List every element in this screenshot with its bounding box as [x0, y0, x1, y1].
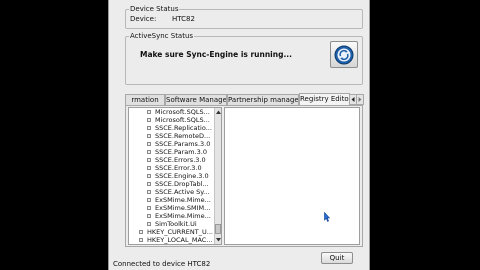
registry-key-icon [147, 198, 151, 202]
activesync-status-group: ActiveSync Status Make sure Sync-Engine … [125, 32, 363, 85]
device-status-group: Device Status Device: HTC82 [125, 5, 363, 29]
registry-tree-item-label: SSCE.Params.3.0 [155, 140, 211, 148]
registry-tree-item[interactable]: ExSMime.Mime... [129, 196, 213, 204]
registry-tree-item[interactable]: SSCE.DropTabl... [129, 180, 213, 188]
registry-tree[interactable]: Microsoft.SQLS... Microsoft.SQLS... SSCE.R… [128, 107, 222, 245]
registry-tree-item-label: SSCE.Errors.3.0 [155, 156, 206, 164]
registry-tree-item-label: SSCE.RemoteD... [155, 132, 211, 140]
registry-key-icon [147, 174, 151, 178]
registry-tree-item[interactable]: SSCE.Error.3.0 [129, 164, 213, 172]
tab-registry-editor[interactable]: Registry Editor [299, 93, 350, 105]
registry-tree-item[interactable]: SSCE.Replicatio... [129, 124, 213, 132]
registry-tree-item-label: SSCE.DropTabl... [155, 180, 209, 188]
registry-tree-item[interactable]: Microsoft.SQLS... [129, 116, 213, 124]
registry-tree-item-label: SSCE.Engine.3.0 [155, 172, 209, 180]
arrow-right-icon [358, 97, 362, 102]
scroll-thumb[interactable] [215, 224, 221, 234]
registry-key-icon [147, 166, 151, 170]
registry-tree-item[interactable]: ExSMime.Mime... [129, 212, 213, 220]
registry-tree-item[interactable]: SSCE.Params.3.0 [129, 140, 213, 148]
registry-tree-item-label: SSCE.Replicatio... [155, 124, 212, 132]
quit-button[interactable]: Quit [321, 252, 353, 264]
registry-root-label: HKEY_CURRENT_U... [147, 228, 213, 236]
registry-key-icon [147, 190, 151, 194]
registry-tree-item[interactable]: SSCE.Errors.3.0 [129, 156, 213, 164]
registry-key-icon [147, 126, 151, 130]
registry-values-pane[interactable] [224, 107, 360, 245]
registry-key-icon [147, 150, 151, 154]
tab-information[interactable]: rmation [125, 94, 165, 105]
registry-key-icon [147, 118, 151, 122]
tab-bar: rmation Software Manager Partnership man… [125, 93, 364, 105]
device-label: Device: [130, 15, 157, 23]
registry-tree-item[interactable]: SSCE.RemoteD... [129, 132, 213, 140]
registry-key-icon [147, 214, 151, 218]
registry-tree-item-label: SSCE.Error.3.0 [155, 164, 202, 172]
synce-window: Device Status Device: HTC82 ActiveSync S… [108, 0, 370, 270]
registry-tree-item[interactable]: ExSMime.SMIM... [129, 204, 213, 212]
expand-icon[interactable] [139, 230, 143, 234]
device-value: HTC82 [172, 15, 195, 23]
registry-key-icon [147, 158, 151, 162]
scroll-up-icon [215, 110, 221, 114]
registry-tree-item-label: ExSMime.Mime... [155, 196, 211, 204]
expand-icon[interactable] [139, 238, 143, 242]
registry-tree-item-label: Microsoft.SQLS... [155, 108, 210, 116]
registry-tree-item-label: SSCE.Active Sy... [155, 188, 210, 196]
registry-key-icon [147, 134, 151, 138]
registry-key-icon [147, 142, 151, 146]
tree-vertical-scrollbar[interactable] [214, 108, 221, 244]
status-bar: Connected to device HTC82 [113, 260, 211, 268]
scroll-down-button[interactable] [215, 236, 221, 243]
registry-key-icon [147, 222, 151, 226]
registry-editor-panel: Microsoft.SQLS... Microsoft.SQLS... SSCE.R… [125, 105, 363, 247]
mouse-cursor-icon [324, 212, 330, 222]
registry-tree-item-label: Microsoft.SQLS... [155, 116, 210, 124]
registry-tree-item[interactable]: SimToolkit.Ui [129, 220, 213, 228]
registry-key-icon [147, 182, 151, 186]
registry-key-icon [147, 206, 151, 210]
registry-tree-item-label: SSCE.Param.3.0 [155, 148, 207, 156]
registry-tree-item-label: SimToolkit.Ui [155, 220, 197, 228]
registry-tree-item[interactable]: SSCE.Engine.3.0 [129, 172, 213, 180]
activesync-status-label: ActiveSync Status [129, 32, 195, 40]
tab-software-manager[interactable]: Software Manager [165, 94, 227, 105]
arrow-left-icon [351, 97, 355, 102]
sync-engine-message: Make sure Sync-Engine is running... [139, 50, 293, 59]
registry-tree-item[interactable]: SSCE.Active Sy... [129, 188, 213, 196]
registry-root-item[interactable]: HKEY_CURRENT_U... [129, 228, 213, 236]
activesync-icon [334, 45, 354, 64]
device-status-label: Device Status [129, 5, 180, 13]
tab-scroll-right-button[interactable] [356, 94, 364, 105]
scroll-up-button[interactable] [215, 108, 221, 115]
registry-key-icon [147, 110, 151, 114]
registry-root-item[interactable]: HKEY_LOCAL_MAC... [129, 236, 213, 244]
activesync-button[interactable] [330, 41, 358, 68]
registry-tree-list: Microsoft.SQLS... Microsoft.SQLS... SSCE.R… [129, 108, 213, 244]
registry-root-label: HKEY_LOCAL_MAC... [147, 236, 213, 244]
tab-partnership-manager[interactable]: Partnership manager [227, 94, 299, 105]
scroll-down-icon [215, 237, 221, 241]
registry-tree-item-label: ExSMime.Mime... [155, 212, 211, 220]
registry-tree-item-label: ExSMime.SMIM... [155, 204, 211, 212]
registry-tree-item[interactable]: SSCE.Param.3.0 [129, 148, 213, 156]
registry-tree-item[interactable]: Microsoft.SQLS... [129, 108, 213, 116]
